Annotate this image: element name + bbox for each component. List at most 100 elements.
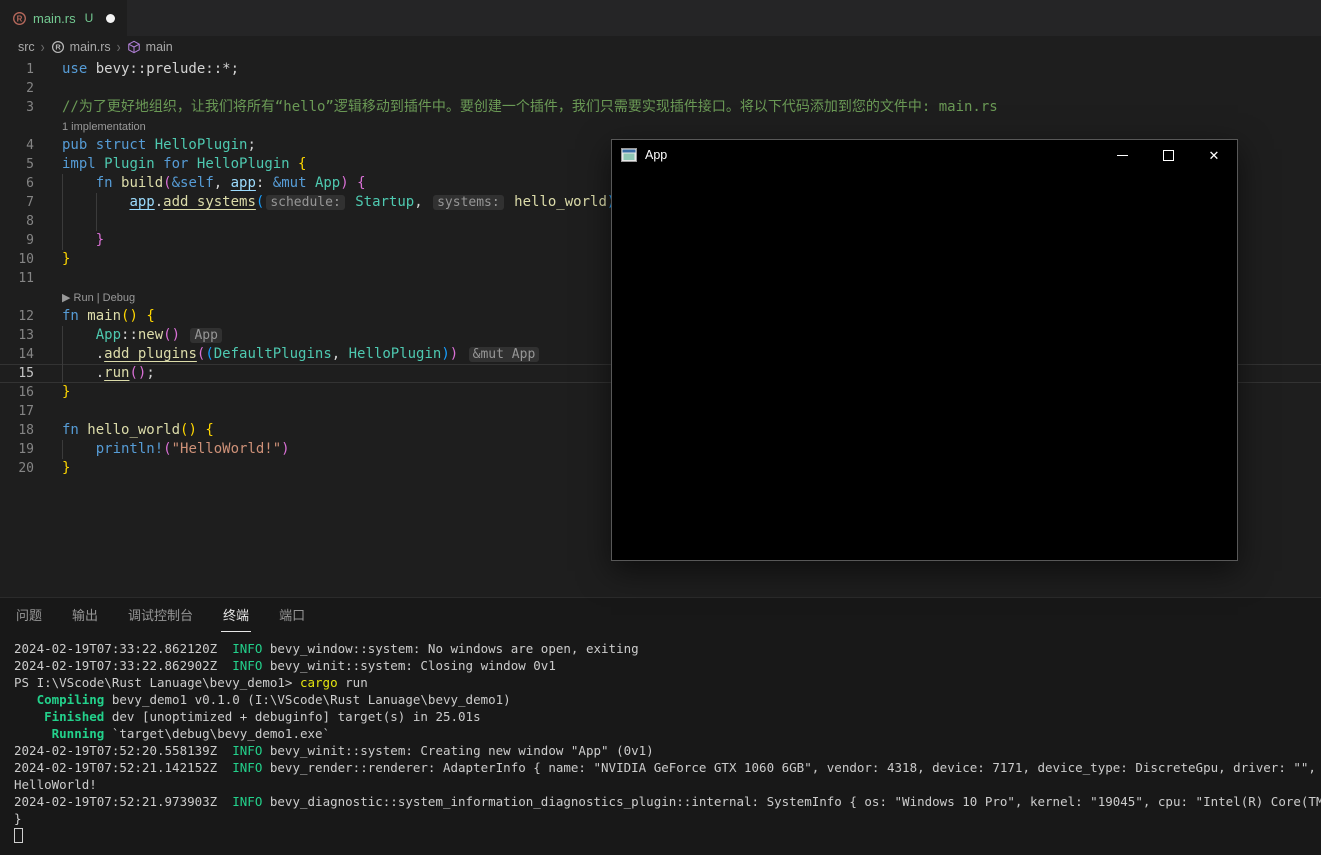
line-number: 14 [0, 347, 34, 362]
line-number: 1 [0, 62, 34, 77]
minimize-button[interactable] [1099, 140, 1145, 170]
code-text: use bevy::prelude::*; [62, 60, 239, 79]
close-icon: ✕ [1209, 149, 1220, 162]
terminal-line: 2024-02-19T07:33:22.862902Z INFO bevy_wi… [14, 657, 1321, 674]
svg-text:R: R [55, 43, 61, 52]
code-line[interactable]: 3 //为了更好地组织，让我们将所有“hello”逻辑移动到插件中。要创建一个插件… [0, 98, 1321, 117]
code-line[interactable]: 1 use bevy::prelude::*; [0, 60, 1321, 79]
code-text: } [62, 383, 70, 402]
terminal-line: Compiling bevy_demo1 v0.1.0 (I:\VScode\R… [14, 691, 1321, 708]
breadcrumb-item-main[interactable]: main [127, 40, 173, 54]
maximize-icon [1163, 150, 1174, 161]
indent-guide-line [62, 440, 63, 459]
code-text: } [62, 231, 104, 250]
modified-dot-icon[interactable] [106, 14, 115, 23]
line-number: 16 [0, 385, 34, 400]
indent-guide-line [62, 326, 63, 345]
panel-tab-output[interactable]: 输出 [70, 598, 100, 632]
symbol-function-icon [127, 40, 141, 54]
editor-tab-main-rs[interactable]: R main.rs U [0, 0, 127, 36]
code-text: fn main() { [62, 307, 155, 326]
panel-tab-bar: 问题输出调试控制台终端端口 [0, 598, 1321, 632]
app-window-content [612, 170, 1237, 560]
indent-guide-line [62, 212, 63, 231]
minimize-icon [1117, 155, 1128, 156]
line-number: 5 [0, 157, 34, 172]
line-number: 3 [0, 100, 34, 115]
tab-filename: main.rs [33, 11, 76, 26]
inlay-hint: systems: [433, 195, 504, 210]
terminal-line: HelloWorld! [14, 776, 1321, 793]
line-number: 6 [0, 176, 34, 191]
code-text: impl Plugin for HelloPlugin { [62, 155, 306, 174]
terminal[interactable]: 2024-02-19T07:33:22.862120Z INFO bevy_wi… [0, 632, 1321, 844]
editor-tab-bar: R main.rs U [0, 0, 1321, 36]
code-text: } [62, 250, 70, 269]
app-window[interactable]: App ✕ [611, 139, 1238, 561]
code-text: App::new() App [62, 326, 224, 345]
terminal-line: 2024-02-19T07:52:21.973903Z INFO bevy_di… [14, 793, 1321, 810]
line-number: 19 [0, 442, 34, 457]
code-text: println!("HelloWorld!") [62, 440, 290, 459]
codelens-link[interactable]: ▶ Run | Debug [62, 291, 135, 304]
breadcrumb: src › R main.rs › main [0, 36, 1321, 58]
terminal-line: 2024-02-19T07:52:20.558139Z INFO bevy_wi… [14, 742, 1321, 759]
chevron-right-icon: › [41, 38, 45, 56]
code-text: .run(); [62, 364, 155, 383]
terminal-line: 2024-02-19T07:52:21.142152Z INFO bevy_re… [14, 759, 1321, 776]
bottom-panel: 问题输出调试控制台终端端口 2024-02-19T07:33:22.862120… [0, 597, 1321, 855]
inlay-hint: App [190, 328, 221, 343]
close-button[interactable]: ✕ [1191, 140, 1237, 170]
rust-file-icon: R [51, 40, 65, 54]
line-number: 4 [0, 138, 34, 153]
line-number: 18 [0, 423, 34, 438]
line-number: 9 [0, 233, 34, 248]
git-status-badge: U [85, 11, 94, 25]
indent-guide-line [62, 364, 63, 383]
svg-text:R: R [17, 14, 23, 23]
indent-guide-line [96, 193, 97, 212]
code-text: fn build(&self, app: &mut App) { [62, 174, 366, 193]
breadcrumb-item-main-rs[interactable]: R main.rs [51, 40, 111, 54]
code-line[interactable]: 2 [0, 79, 1321, 98]
code-text: //为了更好地组织，让我们将所有“hello”逻辑移动到插件中。要创建一个插件，… [62, 98, 998, 117]
app-window-icon [621, 148, 637, 162]
panel-tab-debug-console[interactable]: 调试控制台 [126, 598, 195, 632]
panel-tab-problems[interactable]: 问题 [14, 598, 44, 632]
line-number: 13 [0, 328, 34, 343]
line-number: 20 [0, 461, 34, 476]
indent-guide-line [62, 193, 63, 212]
indent-guide-line [62, 345, 63, 364]
line-number: 8 [0, 214, 34, 229]
panel-tab-ports[interactable]: 端口 [277, 598, 307, 632]
code-text: fn hello_world() { [62, 421, 214, 440]
app-window-titlebar[interactable]: App ✕ [612, 140, 1237, 170]
chevron-right-icon: › [117, 38, 121, 56]
codelens-row[interactable]: 1 implementation [0, 117, 1321, 136]
breadcrumb-item-src[interactable]: src [18, 40, 35, 54]
panel-tab-terminal[interactable]: 终端 [221, 598, 251, 632]
terminal-line: 2024-02-19T07:33:22.862120Z INFO bevy_wi… [14, 640, 1321, 657]
code-text: pub struct HelloPlugin; [62, 136, 256, 155]
line-number: 2 [0, 81, 34, 96]
window-controls: ✕ [1099, 140, 1237, 170]
codelens-link[interactable]: 1 implementation [62, 121, 146, 133]
terminal-cursor [14, 828, 23, 843]
app-window-title: App [645, 148, 667, 162]
terminal-line: Finished dev [unoptimized + debuginfo] t… [14, 708, 1321, 725]
line-number: 11 [0, 271, 34, 286]
code-text: .add_plugins((DefaultPlugins, HelloPlugi… [62, 345, 541, 364]
line-number: 17 [0, 404, 34, 419]
indent-guide-line [62, 174, 63, 193]
terminal-cursor-line [14, 827, 1321, 844]
code-text: app.add_systems(schedule: Startup, syste… [62, 193, 624, 212]
terminal-line: Running `target\debug\bevy_demo1.exe` [14, 725, 1321, 742]
terminal-line: PS I:\VScode\Rust Lanuage\bevy_demo1> ca… [14, 674, 1321, 691]
line-number: 7 [0, 195, 34, 210]
line-number: 12 [0, 309, 34, 324]
indent-guide-line [96, 212, 97, 231]
maximize-button[interactable] [1145, 140, 1191, 170]
inlay-hint: schedule: [266, 195, 344, 210]
code-text: } [62, 459, 70, 478]
line-number: 15 [0, 366, 34, 381]
